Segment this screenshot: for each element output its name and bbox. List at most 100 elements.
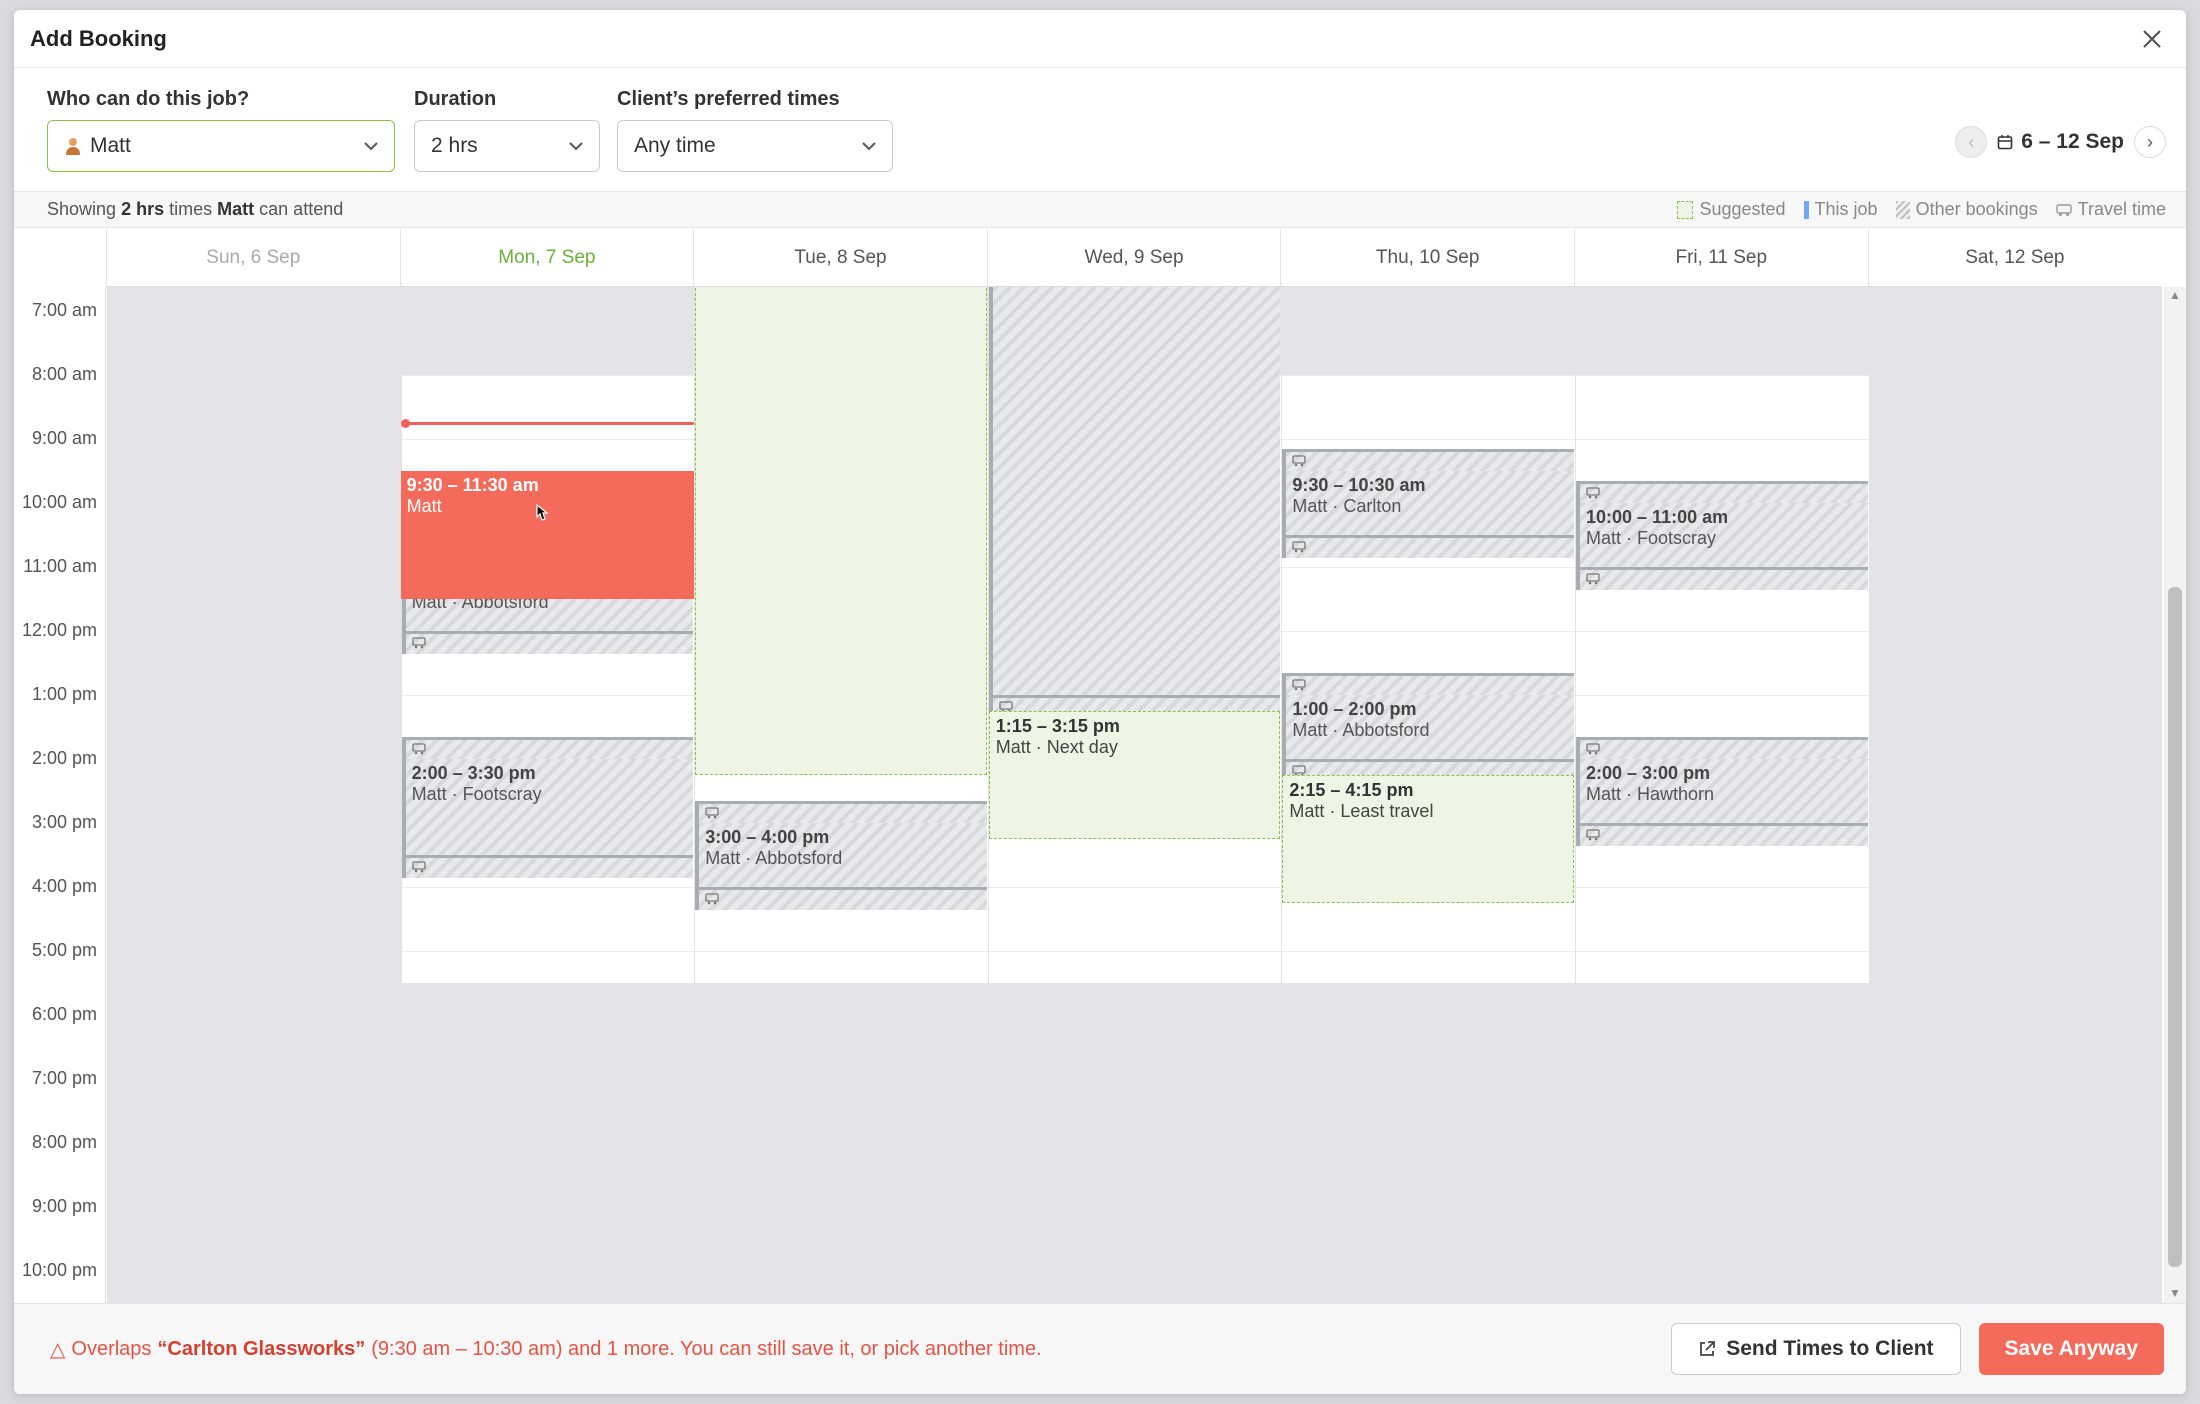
travel-block <box>695 800 987 824</box>
who-value: Matt <box>90 134 131 157</box>
showing-suffix: can attend <box>259 199 344 219</box>
legend: Suggested This job Other bookings Travel… <box>1677 199 2166 220</box>
legend-travel-label: Travel time <box>2077 199 2166 219</box>
warning-icon: △ <box>50 1338 66 1361</box>
booking-time: 1:00 – 2:00 pm <box>1292 699 1417 720</box>
travel-block <box>1576 736 1868 760</box>
preferred-select[interactable]: Any time <box>617 120 893 172</box>
showing-duration: 2 hrs <box>121 199 165 219</box>
booking-sub: Matt · Footscray <box>1586 528 1717 549</box>
hour-label: 2:00 pm <box>31 748 97 769</box>
day-header: Wed, 9 Sep <box>986 229 1281 286</box>
booking-sub: Matt · Hawthorn <box>1586 784 1715 805</box>
travel-block <box>1282 535 1574 558</box>
hour-gridline <box>400 951 1869 953</box>
other-booking[interactable]: 2:00 – 3:30 pm Matt · Footscray <box>401 759 694 856</box>
chevron-down-icon <box>364 142 378 151</box>
travel-block <box>401 736 694 760</box>
day-header: Fri, 11 Sep <box>1573 229 1868 286</box>
week-nav: ‹ 6 – 12 Sep › <box>1955 126 2166 158</box>
calendar-icon <box>1997 135 2013 150</box>
travel-block <box>695 887 987 910</box>
send-times-button[interactable]: Send Times to Client <box>1671 1323 1961 1375</box>
filters-bar: Who can do this job? Matt Duration 2 hrs… <box>14 68 2186 192</box>
suggested-slot[interactable]: 12:15 – 2:15 pmMatt · Earliest <box>695 287 987 776</box>
other-booking[interactable]: 9:30 – 10:30 am Matt · Carlton <box>1282 471 1574 536</box>
scroll-down-icon[interactable]: ▼ <box>2168 1287 2182 1299</box>
close-icon[interactable] <box>2134 21 2170 57</box>
travel-icon <box>411 637 426 649</box>
save-anyway-label: Save Anyway <box>2004 1337 2138 1360</box>
suggested-slot[interactable]: 1:15 – 3:15 pm Matt · Next day <box>988 711 1281 840</box>
day-header: Thu, 10 Sep <box>1280 229 1574 286</box>
scroll-up-icon[interactable]: ▲ <box>2168 289 2182 301</box>
hour-label: 1:00 pm <box>31 684 97 705</box>
travel-icon <box>1292 541 1307 553</box>
hour-label: 10:00 pm <box>21 1260 97 1281</box>
travel-block <box>1576 480 1868 504</box>
hour-label: 8:00 pm <box>31 1132 97 1153</box>
modal-footer: △ Overlaps “Carlton Glassworks” (9:30 am… <box>14 1303 2186 1394</box>
this-job-block[interactable]: 9:30 – 11:30 am Matt <box>400 471 695 600</box>
hour-label: 10:00 am <box>21 492 97 513</box>
suggestion-sub: Matt · Next day <box>995 737 1118 758</box>
who-select[interactable]: Matt <box>47 120 395 172</box>
travel-icon <box>1586 573 1600 585</box>
travel-icon <box>705 807 719 819</box>
other-booking[interactable]: 10:00 – 11:00 am Matt · Footscray <box>1576 503 1868 568</box>
other-booking[interactable]: 12:00 – 1:00 pmMatt · Hawthorn <box>988 287 1281 696</box>
booking-sub: Matt · Abbotsford <box>705 848 843 869</box>
duration-label: Duration <box>414 88 497 110</box>
day-headers: Sun, 6 Sep Mon, 7 Sep Tue, 8 Sep Wed, 9 Sep… <box>106 229 2162 287</box>
duration-field: Duration 2 hrs <box>414 88 600 172</box>
legend-suggested-label: Suggested <box>1699 199 1786 219</box>
suggestion-time: 1:15 – 3:15 pm <box>995 716 1120 737</box>
preferred-field: Client’s preferred times Any time <box>617 88 893 172</box>
hour-label: 9:00 pm <box>31 1196 97 1217</box>
week-label-wrap: 6 – 12 Sep <box>1997 130 2124 154</box>
preferred-value: Any time <box>634 134 716 157</box>
modal-title: Add Booking <box>30 25 167 51</box>
who-field: Who can do this job? Matt <box>47 88 395 172</box>
add-booking-modal: Add Booking Who can do this job? Matt Du… <box>14 10 2186 1394</box>
showing-person: Matt <box>217 199 255 219</box>
hour-label: 4:00 pm <box>31 876 97 897</box>
day-header: Sat, 12 Sep <box>1867 229 2162 286</box>
other-booking[interactable]: 2:00 – 3:00 pm Matt · Hawthorn <box>1576 759 1868 824</box>
suggested-slot[interactable]: 2:15 – 4:15 pm Matt · Least travel <box>1282 775 1574 904</box>
day-header: Mon, 7 Sep <box>399 229 694 286</box>
other-bookings-swatch <box>1895 200 1910 219</box>
booking-time: 3:00 – 4:00 pm <box>705 827 830 848</box>
booking-time: 9:30 – 10:30 am <box>1292 475 1426 496</box>
drag-cursor-icon <box>535 504 549 522</box>
booking-time: 2:00 – 3:00 pm <box>1586 763 1711 784</box>
warning-booking-name: “Carlton Glassworks” <box>157 1337 366 1360</box>
other-booking[interactable]: 3:00 – 4:00 pm Matt · Abbotsford <box>695 823 987 888</box>
legend-travel: Travel time <box>2055 199 2166 220</box>
hour-gridline <box>400 887 1869 889</box>
person-icon <box>66 138 80 155</box>
legend-other-label: Other bookings <box>1915 199 2038 219</box>
prev-week-button[interactable]: ‹ <box>1955 126 1988 158</box>
week-calendar: Sun, 6 Sep Mon, 7 Sep Tue, 8 Sep Wed, 9 Sep… <box>14 229 2186 1303</box>
travel-block <box>1282 448 1574 472</box>
calendar-scrollbar[interactable]: ▲ ▼ <box>2164 287 2186 1303</box>
this-job-time: 9:30 – 11:30 am <box>406 475 539 496</box>
overlap-warning: △ Overlaps “Carlton Glassworks” (9:30 am… <box>50 1337 1042 1362</box>
duration-select[interactable]: 2 hrs <box>414 120 600 172</box>
next-week-button[interactable]: › <box>2134 126 2166 158</box>
calendar-grid[interactable]: 11:00 am – 12:00 pmMatt · Abbotsford2:00… <box>107 287 2162 1303</box>
save-anyway-button[interactable]: Save Anyway <box>1978 1323 2164 1375</box>
scroll-thumb[interactable] <box>2168 587 2182 1267</box>
travel-icon <box>411 861 426 873</box>
other-booking[interactable]: 1:00 – 2:00 pm Matt · Abbotsford <box>1282 695 1574 760</box>
hour-label: 9:00 am <box>31 428 97 449</box>
booking-sub: Matt · Carlton <box>1292 496 1402 517</box>
showing-mid: times <box>169 199 213 219</box>
day-header: Tue, 8 Sep <box>693 229 987 286</box>
hour-label: 3:00 pm <box>31 812 97 833</box>
preferred-label: Client’s preferred times <box>617 88 840 110</box>
legend-other: Other bookings <box>1895 199 2038 220</box>
chevron-down-icon <box>862 142 876 151</box>
travel-icon <box>1586 487 1600 499</box>
